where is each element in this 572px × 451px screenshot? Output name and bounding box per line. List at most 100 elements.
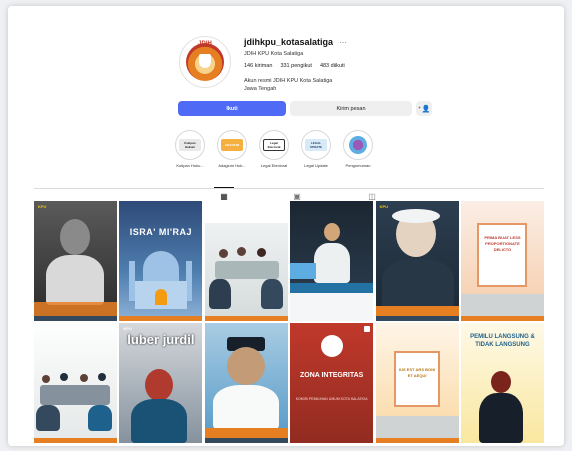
following-count[interactable]: 483 diikuti (320, 63, 345, 69)
profile-avatar[interactable]: JDIH (179, 36, 231, 88)
highlight-cover (343, 130, 373, 160)
person-head (324, 223, 341, 241)
person-body (36, 405, 60, 431)
person-head (80, 374, 88, 382)
highlight-item[interactable]: ADAGIUM Adagium Huk... (215, 130, 249, 168)
reels-icon[interactable]: ▣ (291, 191, 303, 201)
person-head (42, 375, 50, 383)
caption-bar (34, 302, 117, 316)
post-footer (460, 316, 544, 321)
send-message-button[interactable]: Kirim pesan (290, 101, 412, 116)
grid-icon[interactable]: ▦ (214, 187, 234, 201)
highlight-mark: Legal Electoral (263, 139, 285, 151)
follow-button[interactable]: Ikuti (178, 101, 286, 116)
post-tile[interactable]: KPU (375, 201, 459, 321)
white-hair (391, 209, 440, 223)
person-add-icon[interactable]: ⁺👤 (416, 101, 432, 116)
post-tile[interactable] (204, 201, 288, 321)
studio-screen (290, 263, 317, 279)
post-subtext: KOMISI PEMILIHAN UMUM KOTA SALATIGA (295, 397, 368, 401)
highlight-cover: Legal Electoral (259, 130, 289, 160)
highlight-label: Adagium Huk... (218, 163, 246, 168)
person-body (131, 399, 188, 443)
post-tile[interactable]: PEMILU LANGSUNG & TIDAK LANGSUNG (460, 323, 544, 443)
hijab-head (145, 369, 174, 401)
portrait-body (46, 255, 104, 305)
megaphone-icon (349, 136, 367, 154)
portrait-body (381, 259, 454, 309)
post-headline: luber jurdil (127, 332, 195, 347)
kpu-logo: KPU (123, 326, 132, 331)
person-body (478, 393, 523, 443)
kpu-logo: KPU (38, 204, 47, 209)
city-skyline (375, 416, 459, 438)
jdih-logo (186, 43, 224, 81)
post-tile[interactable]: ZONA INTEGRITAS KOMISI PEMILIHAN UMUM KO… (290, 323, 374, 443)
tagged-icon[interactable]: ◫ (366, 191, 378, 201)
display-name: JDIH KPU Kota Salatiga (244, 51, 304, 57)
portrait-head (60, 219, 90, 255)
post-tile[interactable]: PRIMA BUAT LESS PROPORTIONATE DELICTO (460, 201, 544, 321)
profile-stats: 146 kiriman 331 pengikut 483 diikuti (244, 63, 345, 69)
highlight-item[interactable]: LEGAL UPDATE Legal Update (299, 130, 333, 168)
person-head (236, 247, 246, 256)
posts-count: 146 kiriman (244, 63, 273, 69)
profile-bio: Akun resmi JDIH KPU Kota Salatiga Jawa T… (244, 77, 332, 93)
post-tile[interactable] (204, 323, 288, 443)
highlight-label: Legal Electoral (260, 163, 288, 168)
city-skyline (460, 294, 544, 316)
post-tile[interactable]: KPU (34, 201, 117, 321)
mosque-door (155, 289, 168, 305)
meeting-table (214, 261, 279, 279)
highlight-label: Kutipan Huku... (176, 163, 204, 168)
caption-bar (375, 306, 459, 316)
post-tile[interactable] (34, 323, 117, 443)
person-head (218, 249, 228, 258)
post-tile[interactable] (290, 201, 374, 321)
highlight-item[interactable]: Legal Electoral Legal Electoral (257, 130, 291, 168)
highlight-cover: LEGAL UPDATE (301, 130, 331, 160)
post-tile[interactable]: IUS EST ARS BONI ET AEQUI (375, 323, 459, 443)
person-head (256, 248, 266, 257)
post-tile[interactable]: KPU luber jurdil (119, 323, 203, 443)
kpu-logo: KPU (379, 204, 389, 209)
person-head (98, 373, 106, 381)
tabs-divider (34, 188, 544, 189)
quote-card (393, 351, 440, 407)
story-highlights: Kutipan Hukum Kutipan Huku... ADAGIUM Ad… (173, 130, 375, 168)
portrait-head (226, 347, 265, 385)
highlight-mark: Kutipan Hukum (179, 139, 201, 151)
followers-count[interactable]: 331 pengikut (280, 63, 312, 69)
caption-bar (204, 428, 288, 438)
meeting-table (40, 385, 110, 405)
person-body (260, 279, 283, 309)
instagram-profile-window: JDIH jdihkpu_kotasalatiga ··· JDIH KPU K… (8, 6, 564, 446)
highlight-mark: ADAGIUM (221, 139, 243, 151)
post-footer (119, 316, 203, 321)
highlight-item[interactable]: Kutipan Hukum Kutipan Huku... (173, 130, 207, 168)
post-headline: IUS EST ARS BONI ET AEQUI (399, 367, 436, 378)
post-footer (34, 316, 117, 321)
person-body (314, 243, 351, 283)
studio-desk (290, 293, 374, 321)
highlight-item[interactable]: Pengumuman (341, 130, 375, 168)
post-headline: ISRA' MI'RAJ (129, 227, 193, 237)
person-body (88, 405, 112, 431)
posts-grid: KPU ISRA' MI'RAJ KPU PRIMA BUAT LESS PRO… (34, 201, 544, 443)
highlight-label: Pengumuman (345, 163, 371, 168)
highlight-cover: ADAGIUM (217, 130, 247, 160)
person-body (208, 279, 231, 309)
post-headline: ZONA INTEGRITAS (299, 372, 364, 379)
more-options-icon[interactable]: ··· (339, 38, 347, 47)
hijab-head (490, 371, 511, 393)
post-footer (204, 316, 288, 321)
post-footer (375, 438, 459, 443)
post-tile[interactable]: ISRA' MI'RAJ (119, 201, 203, 321)
portrait-body (212, 385, 279, 429)
logo-text: JDIH (198, 41, 212, 47)
post-footer (204, 438, 288, 443)
room-wall (204, 201, 288, 223)
post-footer (375, 316, 459, 321)
post-headline: PRIMA BUAT LESS PROPORTIONATE DELICTO (484, 235, 521, 252)
highlight-label: Legal Update (304, 163, 328, 168)
